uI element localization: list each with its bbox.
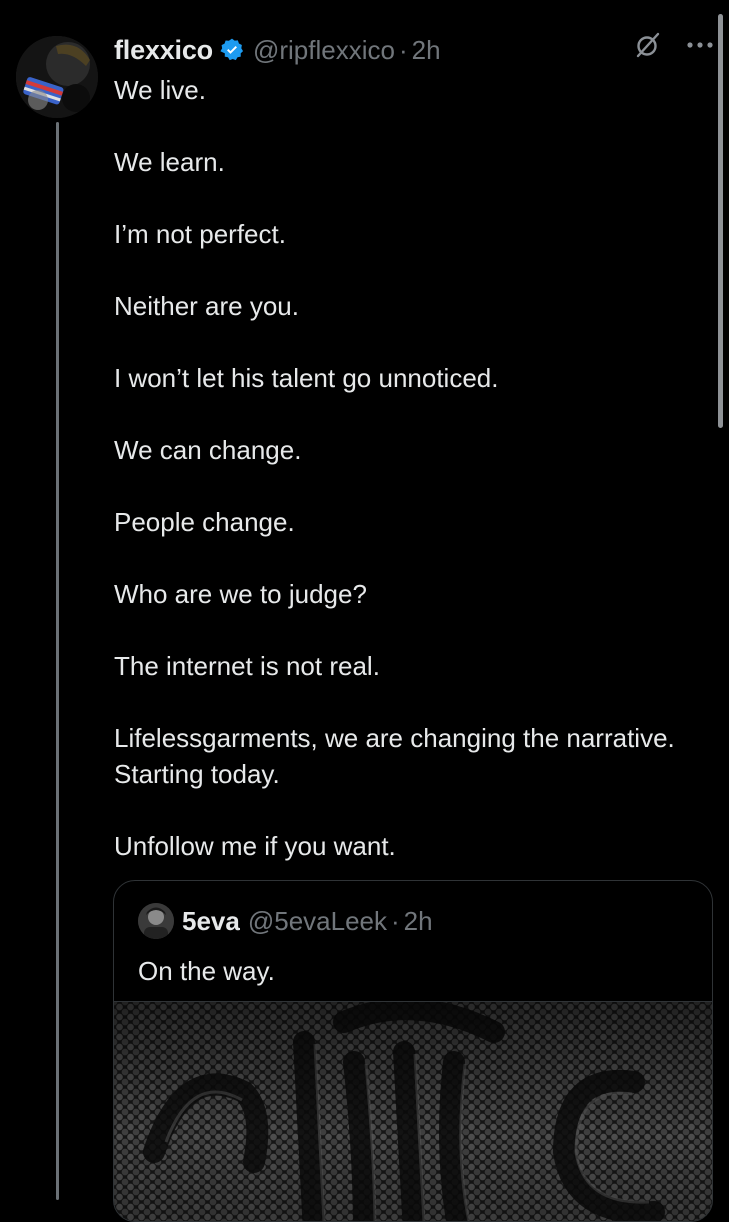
tweet-line: Lifelessgarments, we are changing the na… <box>114 723 675 789</box>
scrollbar[interactable] <box>718 14 723 428</box>
separator-dot: · <box>391 905 400 936</box>
tweet-time[interactable]: 2h <box>412 35 441 66</box>
separator-dot: · <box>398 34 408 65</box>
tweet-line: I’m not perfect. <box>114 219 286 249</box>
author-avatar[interactable] <box>16 36 98 118</box>
avatar-image <box>16 36 98 118</box>
grok-icon[interactable] <box>633 30 663 60</box>
tweet-line: Who are we to judge? <box>114 579 367 609</box>
quote-time[interactable]: 2h <box>404 906 433 937</box>
quote-header: 5eva @5evaLeek · 2h <box>138 903 433 939</box>
quote-media-image[interactable] <box>114 1001 712 1221</box>
quote-tweet-card[interactable]: 5eva @5evaLeek · 2h On the way. <box>113 880 713 1222</box>
author-handle[interactable]: @ripflexxico <box>253 35 395 66</box>
tweet-line: We can change. <box>114 435 302 465</box>
quote-author-display-name[interactable]: 5eva <box>182 906 240 937</box>
tweet-line: I won’t let his talent go unnoticed. <box>114 363 499 393</box>
tweet-line: People change. <box>114 507 295 537</box>
author-display-name[interactable]: flexxico <box>114 35 213 66</box>
tweet-line: We live. <box>114 75 206 105</box>
tweet-line: The internet is not real. <box>114 651 380 681</box>
quote-author-avatar[interactable] <box>138 903 174 939</box>
tweet-line: We learn. <box>114 147 225 177</box>
quote-text: On the way. <box>138 956 275 986</box>
more-options-icon[interactable] <box>685 40 715 50</box>
embossed-logo-image <box>114 1002 712 1221</box>
header-actions <box>633 30 715 60</box>
quote-author-handle[interactable]: @5evaLeek <box>248 906 387 937</box>
tweet-line: Unfollow me if you want. <box>114 831 396 861</box>
tweet-line: Neither are you. <box>114 291 299 321</box>
thread-line <box>56 122 59 1200</box>
tweet-text: We live. We learn. I’m not perfect. Neit… <box>114 72 704 864</box>
verified-badge-icon <box>219 37 245 63</box>
tweet-header: flexxico @ripflexxico · 2h <box>114 30 713 70</box>
